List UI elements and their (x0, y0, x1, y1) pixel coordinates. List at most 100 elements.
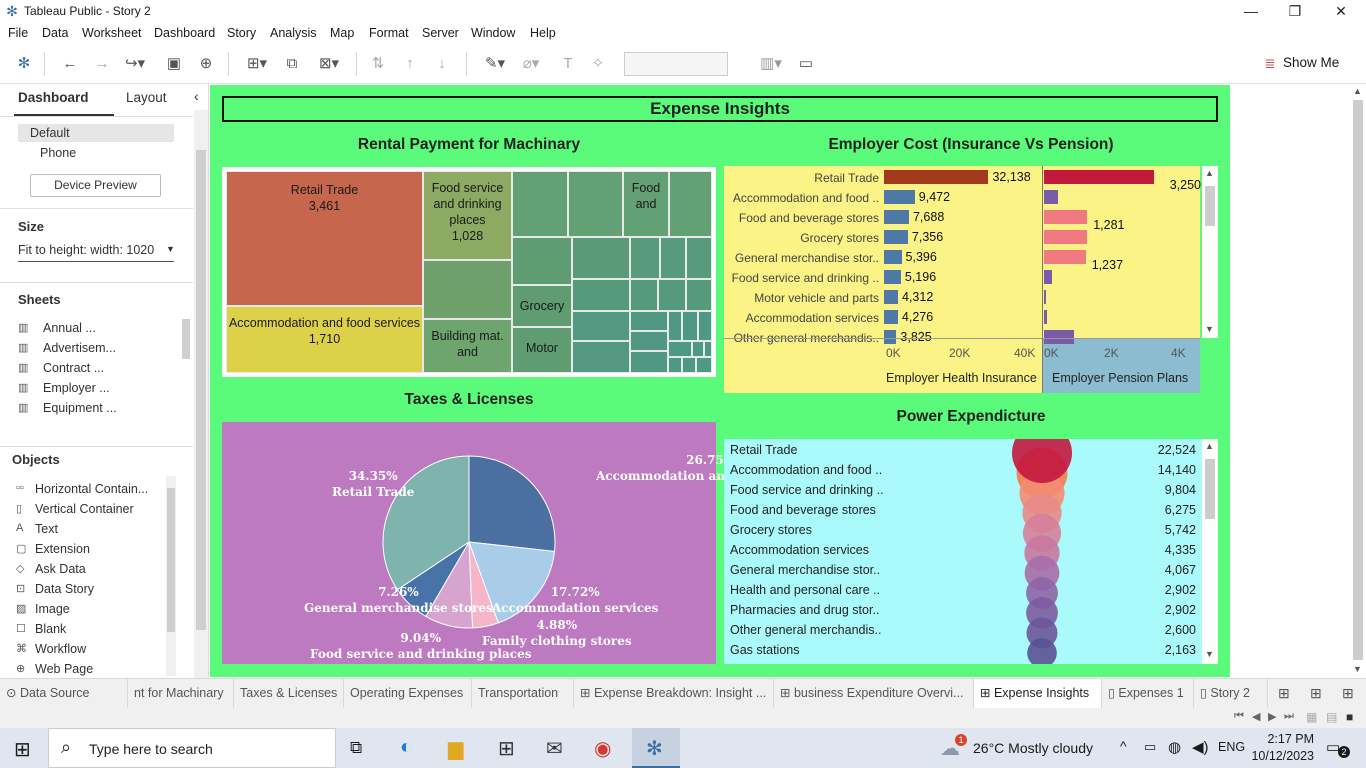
treemap-cell-7[interactable] (572, 237, 630, 279)
pension-bar[interactable] (1044, 270, 1053, 284)
pension-bar[interactable] (1044, 190, 1058, 204)
object-item[interactable]: Image (35, 602, 70, 616)
chevron-down-icon[interactable]: ▼ (166, 244, 175, 254)
menu-worksheet[interactable]: Worksheet (82, 26, 142, 40)
grid-view-icon[interactable]: ▦ (1306, 710, 1317, 724)
treemap-cell-20[interactable] (668, 311, 682, 341)
new-dashboard-tab-icon[interactable]: ⊞ (1310, 685, 1322, 702)
pension-bar[interactable] (1044, 250, 1086, 264)
clock-time[interactable]: 2:17 PM (1258, 732, 1314, 746)
size-dropdown[interactable]: Fit to height: width: 1020 (18, 243, 154, 257)
network-icon[interactable]: ◍ (1168, 738, 1181, 756)
menu-dashboard[interactable]: Dashboard (154, 26, 215, 40)
replay-icon[interactable]: ↪▾ (120, 54, 150, 74)
sheet-item[interactable]: Employer ... (43, 381, 110, 395)
chrome-icon[interactable]: ◉ (594, 736, 611, 761)
treemap-cell-11[interactable] (572, 279, 630, 311)
menu-format[interactable]: Format (369, 26, 409, 40)
treemap-cell-16[interactable] (572, 341, 630, 373)
insurance-bar[interactable] (884, 190, 915, 204)
group-icon[interactable]: ⌀▾ (516, 54, 546, 74)
treemap-cell-27[interactable] (682, 357, 696, 373)
tab-layout[interactable]: Layout (126, 90, 167, 105)
sheet-item[interactable]: Contract ... (43, 361, 104, 375)
show-cards-icon[interactable]: ▥▾ (754, 54, 788, 74)
objects-scrollbar[interactable] (166, 476, 176, 676)
nav-first-icon[interactable]: ⏮ (1234, 710, 1244, 723)
sheet-item[interactable]: Equipment ... (43, 401, 117, 415)
insurance-bar[interactable] (884, 170, 989, 184)
treemap-cell-retail[interactable]: Retail Trade 3,461 (226, 171, 423, 306)
treemap-cell-13[interactable] (658, 279, 686, 311)
menu-analysis[interactable]: Analysis (270, 26, 317, 40)
tab-view-icon[interactable]: ■ (1346, 710, 1353, 724)
tab-transportation[interactable]: Transportation (472, 679, 574, 708)
undo-icon[interactable]: ← (60, 54, 80, 74)
nav-prev-icon[interactable]: ◀ (1252, 710, 1260, 723)
volume-icon[interactable]: ◀) (1192, 738, 1209, 756)
treemap-cell-grocery[interactable]: Grocery (512, 285, 572, 327)
close-button[interactable]: ✕ (1318, 0, 1364, 22)
employer-chart[interactable]: Retail Trade 32,138 3,250 Accommodation and… (724, 166, 1201, 393)
new-worksheet-icon[interactable]: ⊞▾ (240, 54, 274, 74)
pie-slice-0[interactable] (468, 455, 556, 552)
tableau-home-icon[interactable]: ✻ (14, 54, 34, 74)
highlight-icon[interactable]: ✎▾ (480, 54, 510, 74)
treemap-cell-12[interactable] (630, 279, 658, 311)
file-explorer-icon[interactable]: ▆ (448, 736, 463, 761)
sheets-scrollbar[interactable] (182, 319, 190, 359)
edge-icon[interactable]: ◐ (400, 736, 412, 759)
pension-bar[interactable] (1044, 310, 1048, 324)
minimize-button[interactable]: — (1228, 0, 1274, 22)
sort-ascending-icon[interactable]: ↑ (400, 54, 420, 74)
treemap-chart[interactable]: Retail Trade 3,461 Accommodation and food… (222, 167, 716, 377)
menu-window[interactable]: Window (471, 26, 515, 40)
tab-business-expenditure[interactable]: ⊞ business Expenditure Overvi... (774, 679, 974, 708)
object-item[interactable]: Extension (35, 542, 90, 556)
redo-icon[interactable]: → (92, 54, 112, 74)
tab-story-2[interactable]: ▯ Story 2 (1194, 679, 1268, 708)
power-chart[interactable]: Retail Trade 22,524 Accommodation and food… (724, 439, 1202, 664)
task-view-icon[interactable]: ⧉ (350, 738, 362, 758)
mail-icon[interactable]: ✉ (546, 736, 563, 761)
insurance-bar[interactable] (884, 210, 909, 224)
object-item[interactable]: Workflow (35, 642, 86, 656)
pension-bar[interactable] (1044, 230, 1088, 244)
tab-expenses-1[interactable]: ▯ Expenses 1 (1102, 679, 1194, 708)
new-datasource-icon[interactable]: ⊕ (196, 54, 216, 74)
tab-expense-insights[interactable]: ⊞ Expense Insights (974, 679, 1102, 708)
treemap-cell-5[interactable] (669, 171, 712, 237)
employer-scrollbar[interactable]: ▲ ▼ (1202, 166, 1218, 338)
treemap-cell-3[interactable] (512, 171, 568, 237)
maximize-button[interactable]: ❐ (1272, 0, 1318, 22)
tab-taxes[interactable]: Taxes & Licenses (234, 679, 344, 708)
object-item[interactable]: Vertical Container (35, 502, 134, 516)
show-me-button[interactable]: Show Me (1283, 55, 1339, 70)
treemap-cell-building[interactable]: Building mat. and (423, 319, 512, 373)
save-icon[interactable]: ▣ (164, 54, 184, 74)
treemap-cell-21[interactable] (682, 311, 698, 341)
treemap-cell-28[interactable] (696, 357, 712, 373)
tab-dashboard[interactable]: Dashboard (18, 90, 89, 105)
taxes-chart[interactable]: 26.75% Accommodation and food services 34… (222, 422, 825, 664)
treemap-cell-10[interactable] (686, 237, 712, 279)
filmstrip-icon[interactable]: ▤ (1326, 710, 1337, 724)
weather-text[interactable]: 26°C Mostly cloudy (973, 740, 1093, 756)
clear-sheet-icon[interactable]: ⊠▾ (312, 54, 346, 74)
nav-next-icon[interactable]: ▶ (1268, 710, 1276, 723)
pension-bar[interactable] (1044, 210, 1088, 224)
show-me-icon[interactable]: ≣ (1262, 54, 1278, 74)
power-scrollbar[interactable]: ▲ ▼ (1202, 439, 1218, 664)
sheet-item[interactable]: Annual ... (43, 321, 96, 335)
pension-bar[interactable] (1044, 330, 1075, 344)
treemap-cell-motor[interactable]: Motor (512, 327, 572, 373)
device-phone[interactable]: Phone (40, 146, 76, 160)
menu-data[interactable]: Data (42, 26, 68, 40)
battery-icon[interactable]: ▭ (1144, 739, 1156, 755)
menu-map[interactable]: Map (330, 26, 354, 40)
treemap-cell-23[interactable] (668, 341, 692, 357)
treemap-cell-2[interactable] (423, 260, 512, 319)
pension-bar[interactable] (1044, 170, 1154, 184)
object-item[interactable]: Data Story (35, 582, 94, 596)
object-item[interactable]: Horizontal Contain... (35, 482, 148, 496)
